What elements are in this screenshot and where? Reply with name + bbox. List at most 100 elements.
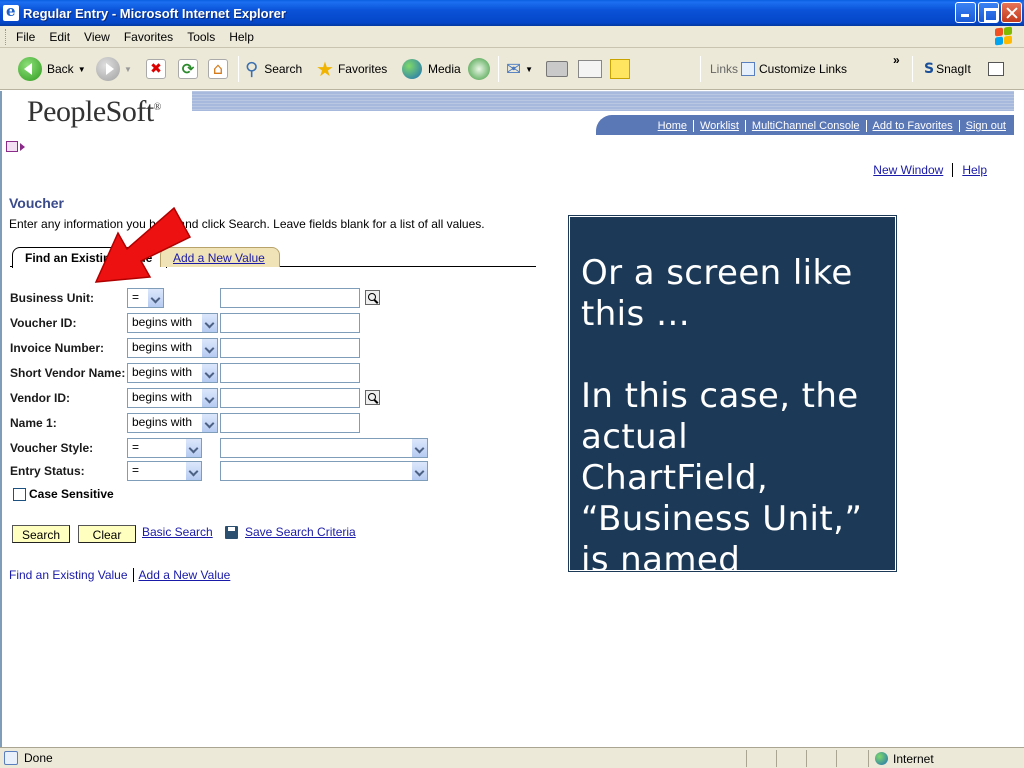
menu-bar: File Edit View Favorites Tools Help bbox=[0, 26, 1024, 48]
mail-dropdown-icon[interactable]: ▼ bbox=[525, 65, 533, 74]
worklist-link[interactable]: Worklist bbox=[692, 120, 745, 132]
clear-button[interactable]: Clear bbox=[78, 525, 136, 543]
chevron-down-icon bbox=[185, 439, 201, 457]
printer-icon bbox=[546, 61, 568, 77]
menu-favorites[interactable]: Favorites bbox=[124, 30, 173, 44]
history-button[interactable] bbox=[468, 57, 490, 81]
add-to-favorites-link[interactable]: Add to Favorites bbox=[865, 120, 959, 132]
links-chevron-icon[interactable]: » bbox=[893, 48, 900, 72]
name-1-input[interactable] bbox=[220, 413, 360, 433]
field-row-invoice-number: Invoice Number: bbox=[10, 337, 127, 359]
customize-links-button[interactable]: Customize Links bbox=[741, 57, 847, 81]
search-tabs: Find an Existing Value Add a New Value bbox=[10, 247, 536, 268]
mail-button[interactable]: ✉ ▼ bbox=[506, 57, 533, 81]
history-icon bbox=[468, 58, 490, 80]
voucher-id-label: Voucher ID: bbox=[10, 316, 77, 330]
help-link[interactable]: Help bbox=[952, 163, 996, 177]
footer-add-new-link[interactable]: Add a New Value bbox=[139, 568, 231, 582]
chevron-down-icon bbox=[147, 289, 163, 307]
minimize-button[interactable] bbox=[955, 2, 976, 23]
footer-divider bbox=[132, 568, 134, 582]
voucher-style-operator-select[interactable]: = bbox=[127, 438, 202, 458]
ie-page-icon bbox=[741, 62, 755, 76]
invoice-number-label: Invoice Number: bbox=[10, 341, 105, 355]
stop-button[interactable]: ✖ bbox=[146, 57, 166, 81]
menu-tools[interactable]: Tools bbox=[187, 30, 215, 44]
menu-grip[interactable] bbox=[5, 28, 8, 45]
menu-toggle-icon[interactable] bbox=[6, 141, 25, 152]
back-arrow-icon bbox=[18, 57, 42, 81]
ie-app-icon[interactable] bbox=[3, 2, 19, 21]
status-text: Done bbox=[24, 751, 53, 765]
forward-dropdown-icon[interactable]: ▼ bbox=[124, 65, 132, 74]
chevron-down-icon bbox=[201, 414, 217, 432]
back-dropdown-icon[interactable]: ▼ bbox=[78, 65, 86, 74]
save-disk-icon bbox=[225, 526, 238, 539]
home-button[interactable]: ⌂ bbox=[208, 57, 228, 81]
business-unit-input[interactable] bbox=[220, 288, 360, 308]
notes-button[interactable] bbox=[610, 57, 630, 81]
media-button[interactable]: Media bbox=[402, 57, 461, 81]
case-sensitive-label: Case Sensitive bbox=[29, 487, 114, 501]
tab-add-new-value[interactable]: Add a New Value bbox=[160, 247, 280, 267]
capture-window-icon bbox=[988, 62, 1004, 76]
search-submit-button[interactable]: Search bbox=[12, 525, 70, 543]
chevron-down-icon bbox=[201, 364, 217, 382]
menu-help[interactable]: Help bbox=[229, 30, 254, 44]
name-1-operator-select[interactable]: begins with bbox=[127, 413, 218, 433]
header-band bbox=[192, 91, 1014, 111]
voucher-id-input[interactable] bbox=[220, 313, 360, 333]
sign-out-link[interactable]: Sign out bbox=[958, 120, 1012, 132]
short-vendor-name-operator-select[interactable]: begins with bbox=[127, 363, 218, 383]
entry-status-value-select[interactable] bbox=[220, 461, 428, 481]
favorites-star-icon: ★ bbox=[316, 57, 334, 81]
business-unit-operator-select[interactable]: = bbox=[127, 288, 164, 308]
refresh-button[interactable]: ⟳ bbox=[178, 57, 198, 81]
field-row-business-unit: Business Unit: bbox=[10, 287, 127, 309]
checkbox-box[interactable] bbox=[13, 487, 26, 501]
invoice-number-operator-select[interactable]: begins with bbox=[127, 338, 218, 358]
multichannel-console-link[interactable]: MultiChannel Console bbox=[744, 120, 866, 132]
print-button[interactable] bbox=[546, 57, 568, 81]
short-vendor-name-input[interactable] bbox=[220, 363, 360, 383]
entry-status-operator-select[interactable]: = bbox=[127, 461, 202, 481]
field-row-short-vendor-name: Short Vendor Name: bbox=[10, 362, 127, 384]
home-link[interactable]: Home bbox=[652, 120, 693, 132]
business-unit-lookup-icon[interactable] bbox=[365, 290, 380, 305]
forward-button[interactable]: ▼ bbox=[96, 57, 132, 81]
voucher-style-value-select[interactable] bbox=[220, 438, 428, 458]
voucher-id-operator-select[interactable]: begins with bbox=[127, 313, 218, 333]
edit-page-icon bbox=[578, 60, 602, 78]
save-search-criteria-link[interactable]: Save Search Criteria bbox=[245, 525, 356, 539]
menu-edit[interactable]: Edit bbox=[49, 30, 70, 44]
close-button[interactable] bbox=[1001, 2, 1022, 23]
snagit-icon: S bbox=[924, 61, 935, 77]
windows-logo-icon bbox=[994, 26, 1014, 47]
vendor-id-lookup-icon[interactable] bbox=[365, 390, 380, 405]
internet-globe-icon bbox=[875, 752, 888, 765]
snagit-button[interactable]: S SnagIt bbox=[924, 57, 971, 81]
back-button[interactable]: Back ▼ bbox=[18, 57, 86, 81]
menu-file[interactable]: File bbox=[16, 30, 35, 44]
chevron-down-icon bbox=[411, 462, 427, 480]
refresh-icon: ⟳ bbox=[178, 59, 198, 79]
standard-toolbar: Back ▼ ▼ ✖ ⟳ ⌂ ⚲ Search ★ Favorites Medi… bbox=[0, 48, 1024, 90]
edit-button[interactable] bbox=[578, 57, 602, 81]
menu-view[interactable]: View bbox=[84, 30, 110, 44]
new-window-link[interactable]: New Window bbox=[864, 163, 952, 177]
case-sensitive-checkbox[interactable]: Case Sensitive bbox=[13, 487, 114, 501]
snagit-window-button[interactable] bbox=[988, 57, 1004, 81]
restore-button[interactable] bbox=[978, 2, 999, 23]
favorites-button[interactable]: ★ Favorites bbox=[316, 57, 387, 81]
links-label: Links bbox=[710, 62, 739, 76]
forward-arrow-icon bbox=[96, 57, 120, 81]
footer-find-existing-link[interactable]: Find an Existing Value bbox=[9, 568, 128, 582]
tab-find-existing-value[interactable]: Find an Existing Value bbox=[12, 247, 168, 268]
basic-search-link[interactable]: Basic Search bbox=[142, 525, 213, 539]
field-row-voucher-style: Voucher Style: bbox=[10, 437, 127, 459]
entry-status-label: Entry Status: bbox=[10, 464, 85, 478]
invoice-number-input[interactable] bbox=[220, 338, 360, 358]
vendor-id-input[interactable] bbox=[220, 388, 360, 408]
search-button[interactable]: ⚲ Search bbox=[245, 57, 302, 81]
vendor-id-operator-select[interactable]: begins with bbox=[127, 388, 218, 408]
